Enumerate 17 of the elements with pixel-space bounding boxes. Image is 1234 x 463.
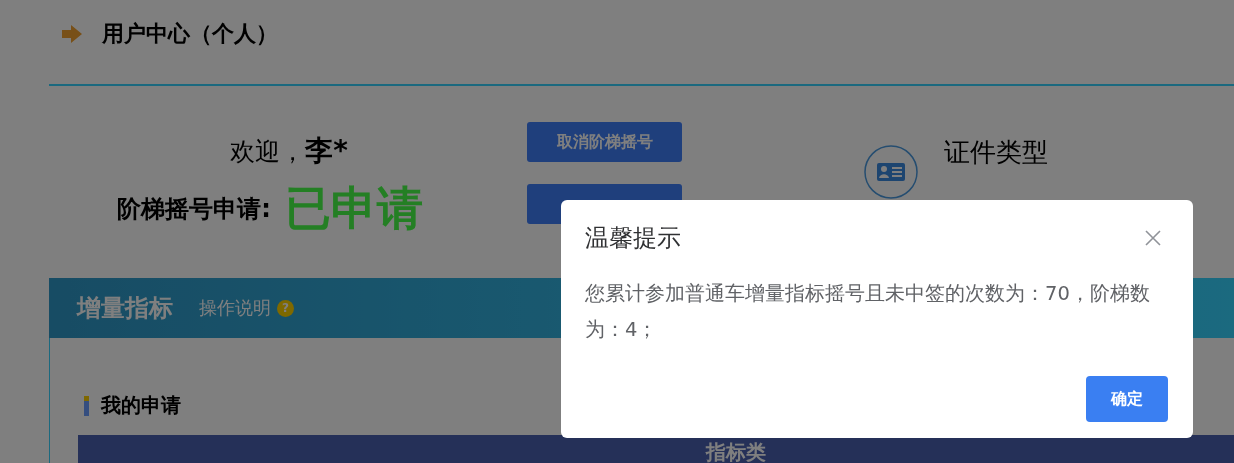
action-button[interactable]: 取消阶梯摇号 — [527, 122, 682, 162]
dialog-message: 您累计参加普通车增量指标摇号且未中签的次数为：70，阶梯数为：4； — [585, 281, 1151, 343]
close-button[interactable] — [1144, 229, 1162, 247]
title-marker — [84, 395, 89, 416]
help-link[interactable]: 操作说明 ? — [199, 296, 294, 320]
arrow-icon — [62, 25, 82, 43]
confirm-button[interactable]: 确定 — [1086, 376, 1168, 422]
page-title: 用户中心（个人） — [102, 20, 278, 48]
status-value: 已申请 — [284, 180, 423, 237]
certificate-label: 证件类型 — [944, 136, 1048, 169]
section-title: 增量指标 — [77, 293, 173, 324]
user-name: 李* — [305, 133, 348, 169]
subsection-title: 我的申请 — [101, 392, 181, 419]
dialog-title: 温馨提示 — [585, 223, 681, 254]
status-label: 阶梯摇号申请: — [117, 194, 271, 225]
greeting-text: 欢迎， — [230, 137, 306, 168]
column-header: 指标类 — [704, 439, 766, 463]
